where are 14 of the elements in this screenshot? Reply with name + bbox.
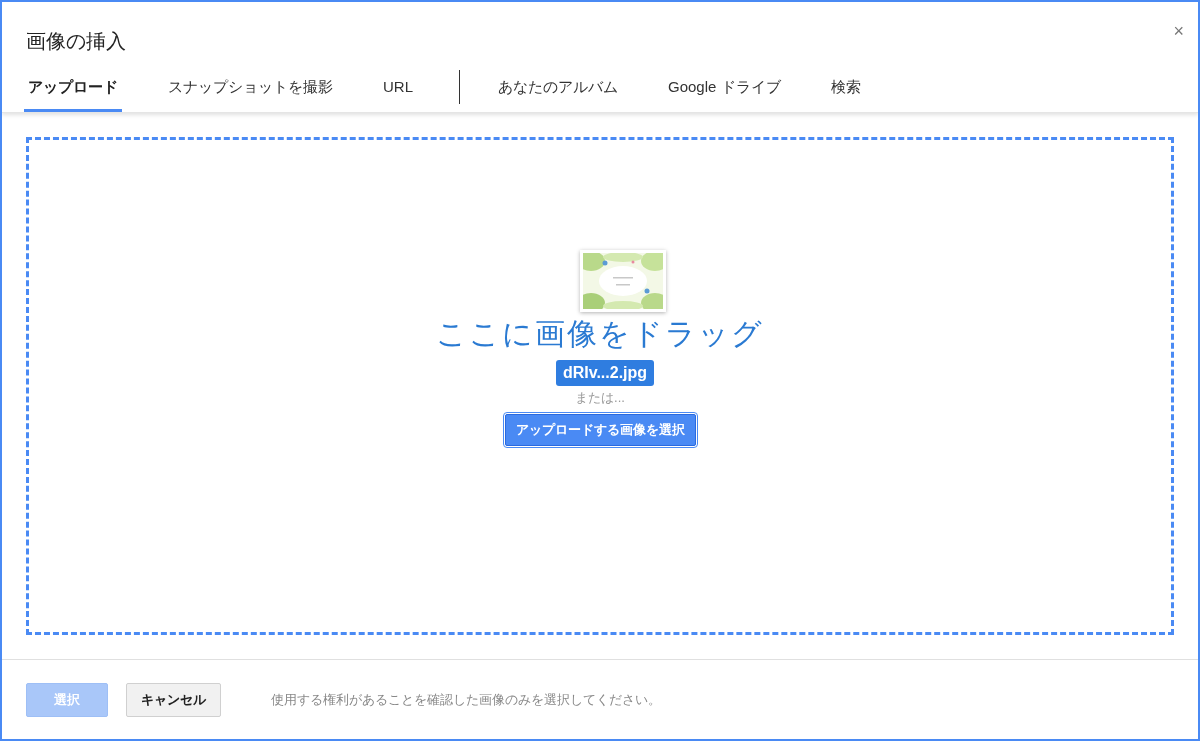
tab[interactable]: URL: [379, 76, 417, 112]
dialog-title: 画像の挿入: [26, 29, 126, 54]
tab[interactable]: アップロード: [24, 76, 122, 112]
tab[interactable]: あなたのアルバム: [494, 76, 622, 112]
tab[interactable]: Google ドライブ: [664, 76, 785, 112]
or-text: または...: [575, 389, 625, 408]
notice-text: 使用する権利があることを確認した画像のみを選択してください。: [271, 690, 661, 709]
close-button[interactable]: ×: [1173, 22, 1184, 40]
footer-button[interactable]: キャンセル: [126, 682, 221, 717]
drop-zone[interactable]: ここに画像をドラッグ dRIv...2.jpg または... アップロードする画像を選択: [26, 137, 1174, 635]
tab[interactable]: 検索: [826, 76, 865, 112]
drop-heading: ここに画像をドラッグ: [436, 316, 764, 353]
filename-badge: dRIv...2.jpg: [555, 360, 655, 387]
tab[interactable]: スナップショットを撮影: [164, 76, 337, 112]
